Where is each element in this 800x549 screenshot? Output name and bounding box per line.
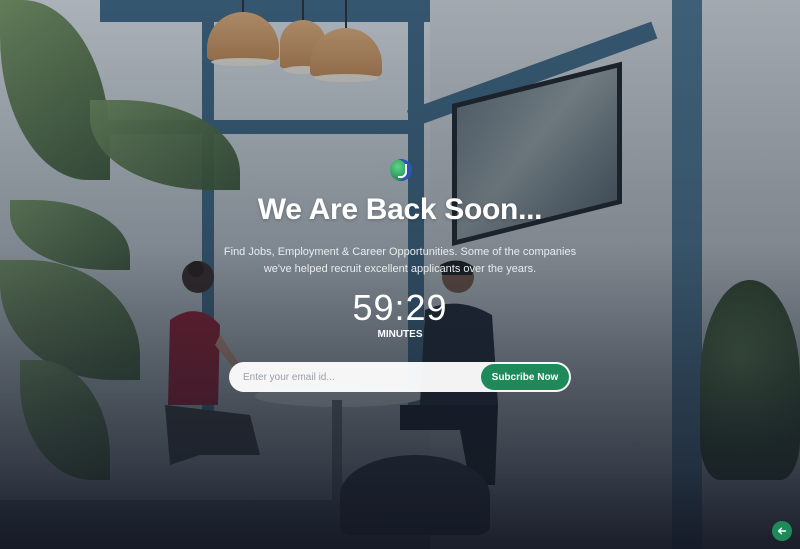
brand-logo-icon xyxy=(390,159,412,181)
arrow-left-icon xyxy=(777,524,787,539)
coming-soon-content: We Are Back Soon... Find Jobs, Employmen… xyxy=(0,0,800,549)
back-to-top-button[interactable] xyxy=(772,521,792,541)
page-title: We Are Back Soon... xyxy=(257,193,543,226)
subscribe-form: Subcribe Now xyxy=(229,362,571,392)
countdown-timer: 59:29 xyxy=(352,287,448,328)
subscribe-button[interactable]: Subcribe Now xyxy=(481,364,569,390)
countdown-unit-label: MINUTES xyxy=(377,329,423,340)
email-input[interactable] xyxy=(243,362,473,392)
page-subtitle: Find Jobs, Employment & Career Opportuni… xyxy=(223,246,577,275)
